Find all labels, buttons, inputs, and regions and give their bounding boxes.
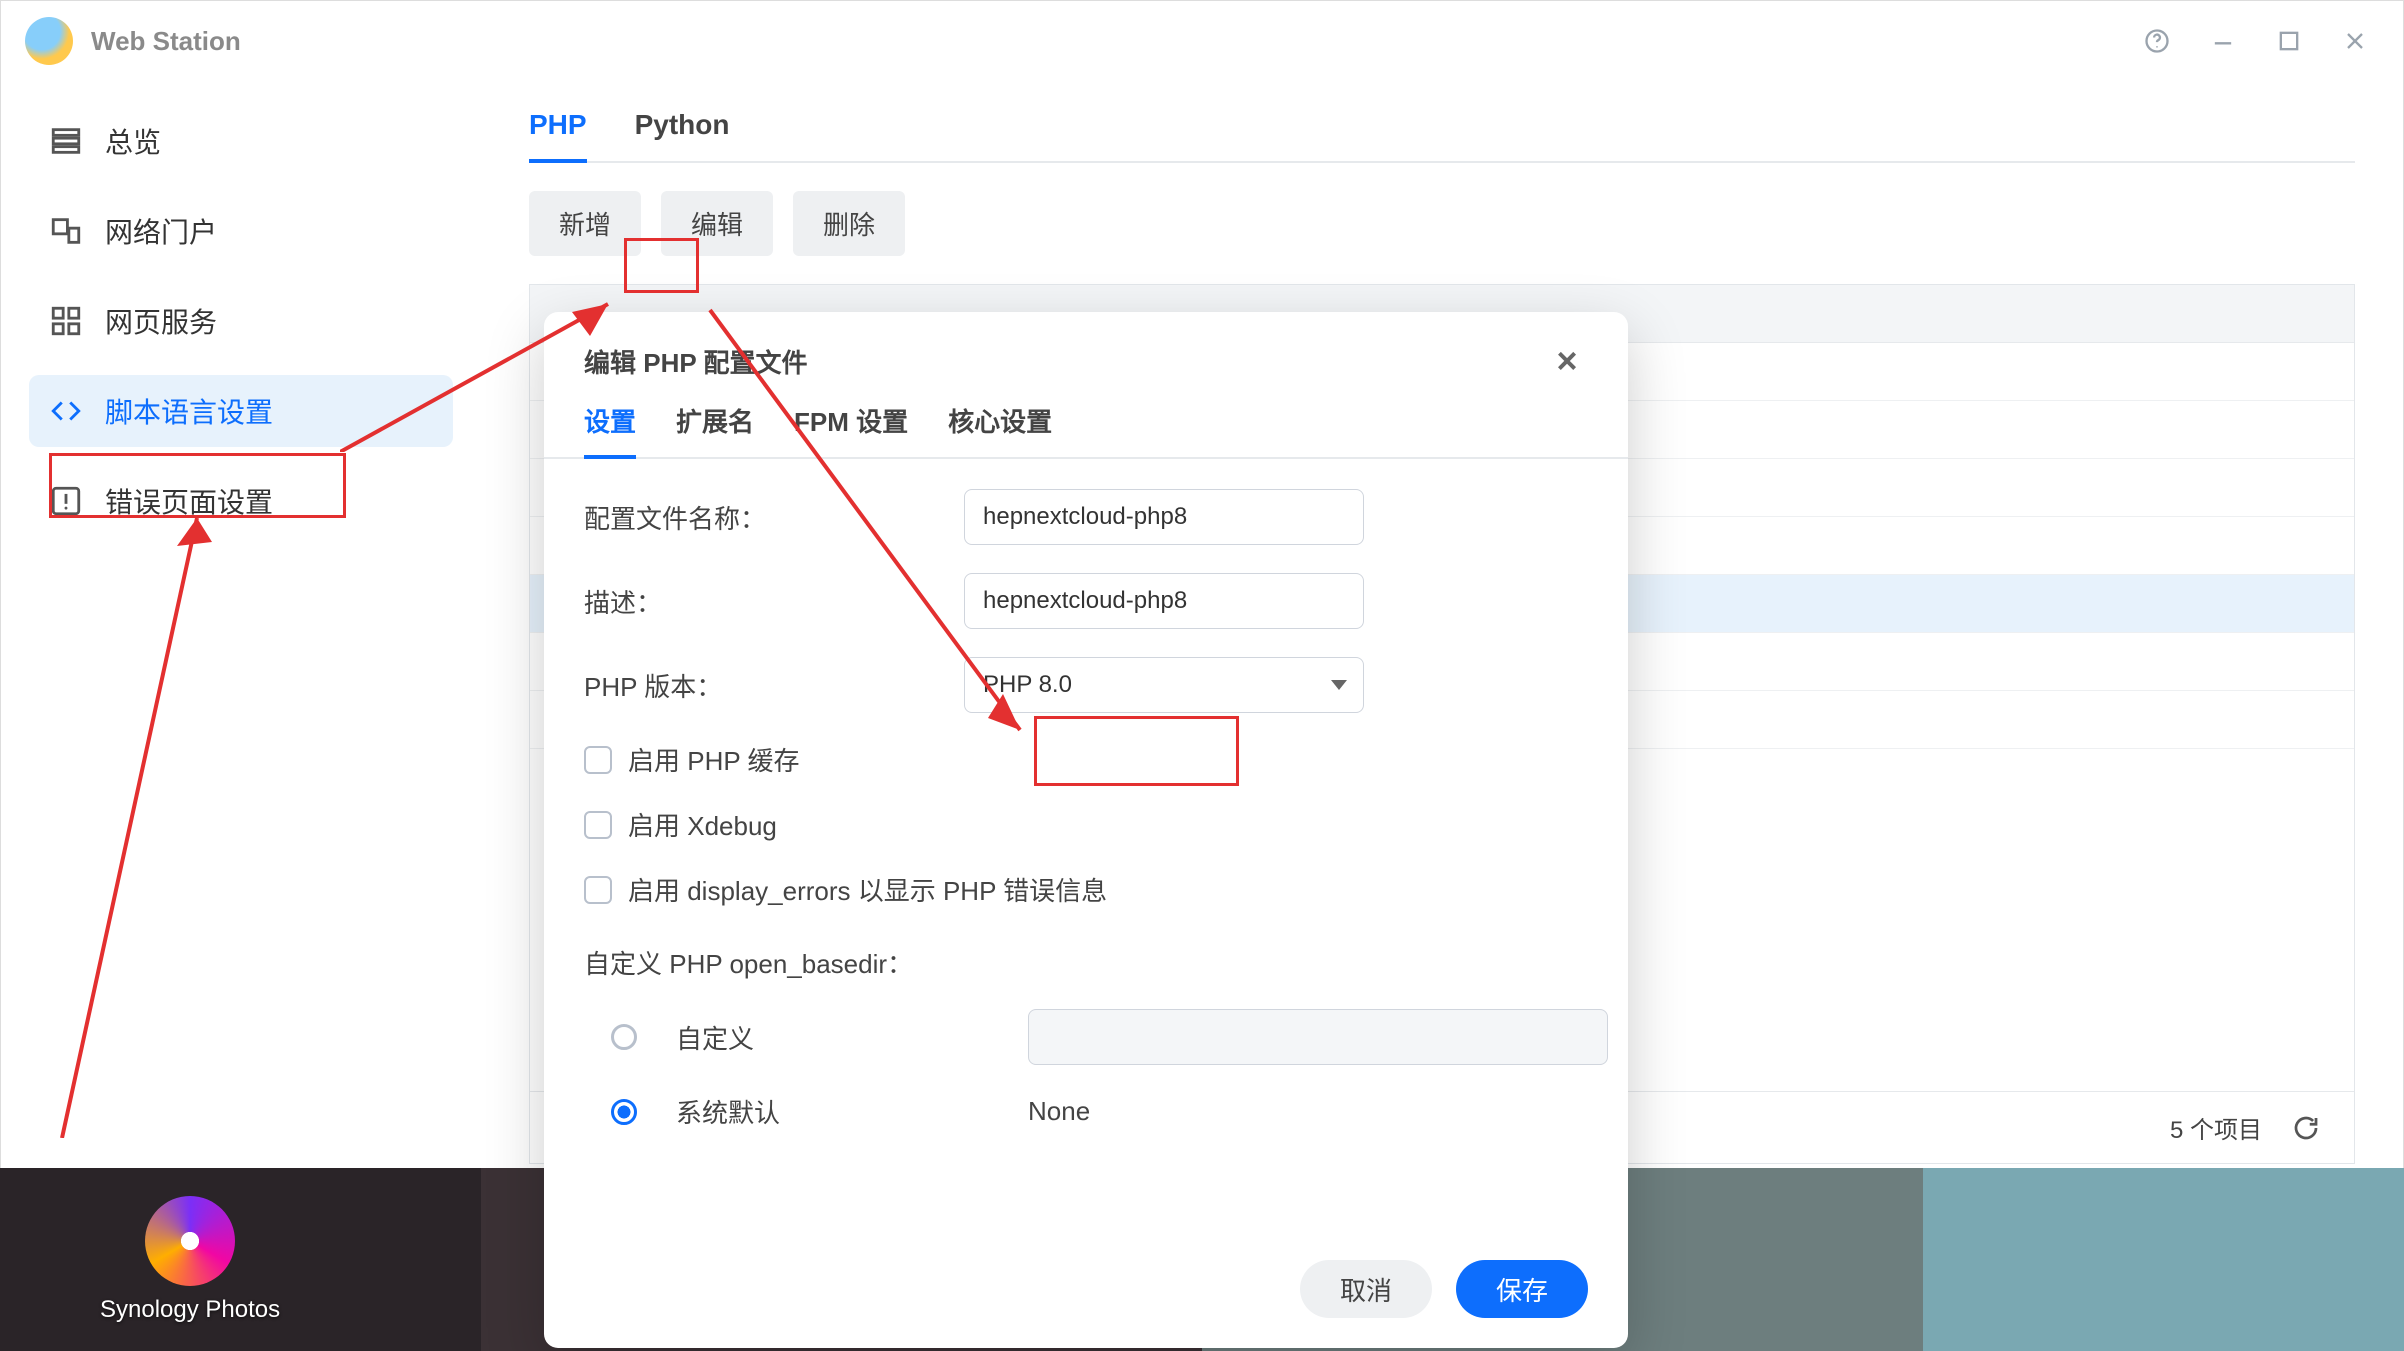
add-button[interactable]: 新增: [529, 191, 641, 256]
maximize-button[interactable]: [2265, 17, 2313, 65]
label-description: 描述：: [584, 583, 944, 620]
dialog-title: 编辑 PHP 配置文件: [584, 343, 807, 380]
sidebar-item-portals[interactable]: 网络门户: [29, 195, 453, 267]
php-version-value: PHP 8.0: [983, 671, 1072, 699]
main-tabs: PHP Python: [529, 109, 2355, 163]
label-open-basedir: 自定义 PHP open_basedir：: [584, 944, 1588, 981]
checkbox-icon: [584, 746, 612, 774]
save-button[interactable]: 保存: [1456, 1260, 1588, 1318]
sidebar-item-scripting[interactable]: 脚本语言设置: [29, 375, 453, 447]
php-version-select[interactable]: PHP 8.0: [964, 657, 1364, 713]
checkbox-display-errors[interactable]: 启用 display_errors 以显示 PHP 错误信息: [584, 871, 1588, 908]
checkbox-enable-xdebug[interactable]: 启用 Xdebug: [584, 806, 1588, 843]
label-profile-name: 配置文件名称：: [584, 499, 944, 536]
shortcut-label: Synology Photos: [100, 1296, 280, 1324]
open-basedir-custom-input[interactable]: [1028, 1009, 1608, 1065]
desktop-shortcut-synology-photos[interactable]: Synology Photos: [100, 1196, 280, 1324]
close-button[interactable]: [2331, 17, 2379, 65]
list-icon: [49, 124, 83, 158]
dialog-footer: 取消 保存: [544, 1236, 1628, 1348]
code-icon: [49, 394, 83, 428]
alert-icon: [49, 484, 83, 518]
sidebar: 总览 网络门户 网页服务 脚本语言设置: [1, 81, 481, 1350]
radio-system-default[interactable]: 系统默认 None: [584, 1093, 1588, 1130]
grid-icon: [49, 304, 83, 338]
sidebar-item-label: 网络门户: [105, 211, 217, 251]
dialog-tab-settings[interactable]: 设置: [584, 402, 636, 457]
portals-icon: [49, 214, 83, 248]
sidebar-item-errorpages[interactable]: 错误页面设置: [29, 465, 453, 537]
delete-button[interactable]: 删除: [793, 191, 905, 256]
sidebar-item-label: 网页服务: [105, 301, 217, 341]
sidebar-item-label: 脚本语言设置: [105, 391, 273, 431]
checkbox-enable-cache[interactable]: 启用 PHP 缓存: [584, 741, 1588, 778]
sidebar-item-label: 总览: [105, 121, 161, 161]
dialog-body: 配置文件名称： 描述： PHP 版本： PHP 8.0 启用 PHP 缓存 启用…: [544, 459, 1628, 1236]
edit-button[interactable]: 编辑: [661, 191, 773, 256]
radio-custom[interactable]: 自定义: [584, 1009, 1588, 1065]
refresh-button[interactable]: [2286, 1108, 2326, 1148]
tab-php[interactable]: PHP: [529, 109, 587, 161]
dialog-tab-core[interactable]: 核心设置: [948, 402, 1052, 457]
description-input[interactable]: [964, 573, 1364, 629]
profile-name-input[interactable]: [964, 489, 1364, 545]
app-icon: [25, 17, 73, 65]
dialog-tab-extensions[interactable]: 扩展名: [676, 402, 754, 457]
radio-icon: [611, 1024, 637, 1050]
minimize-button[interactable]: [2199, 17, 2247, 65]
item-count: 5 个项目: [2170, 1110, 2262, 1145]
help-button[interactable]: [2133, 17, 2181, 65]
dialog-tabs: 设置 扩展名 FPM 设置 核心设置: [544, 402, 1628, 459]
label-php-version: PHP 版本：: [584, 667, 944, 704]
toolbar: 新增 编辑 删除: [529, 191, 2355, 256]
checkbox-icon: [584, 876, 612, 904]
dialog-tab-fpm[interactable]: FPM 设置: [794, 402, 908, 457]
radio-selected-icon: [611, 1099, 637, 1125]
sidebar-item-webservice[interactable]: 网页服务: [29, 285, 453, 357]
sidebar-item-label: 错误页面设置: [105, 481, 273, 521]
cancel-button[interactable]: 取消: [1300, 1260, 1432, 1318]
titlebar: Web Station: [1, 1, 2403, 81]
checkbox-icon: [584, 811, 612, 839]
sidebar-item-overview[interactable]: 总览: [29, 105, 453, 177]
edit-php-profile-dialog: 编辑 PHP 配置文件 × 设置 扩展名 FPM 设置 核心设置 配置文件名称：…: [544, 312, 1628, 1348]
tab-python[interactable]: Python: [635, 109, 730, 161]
chevron-down-icon: [1331, 680, 1347, 690]
app-title: Web Station: [91, 26, 241, 57]
dialog-close-button[interactable]: ×: [1546, 340, 1588, 382]
dialog-header: 编辑 PHP 配置文件 ×: [544, 312, 1628, 402]
open-basedir-none: None: [1028, 1096, 1588, 1127]
synology-photos-icon: [145, 1196, 235, 1286]
